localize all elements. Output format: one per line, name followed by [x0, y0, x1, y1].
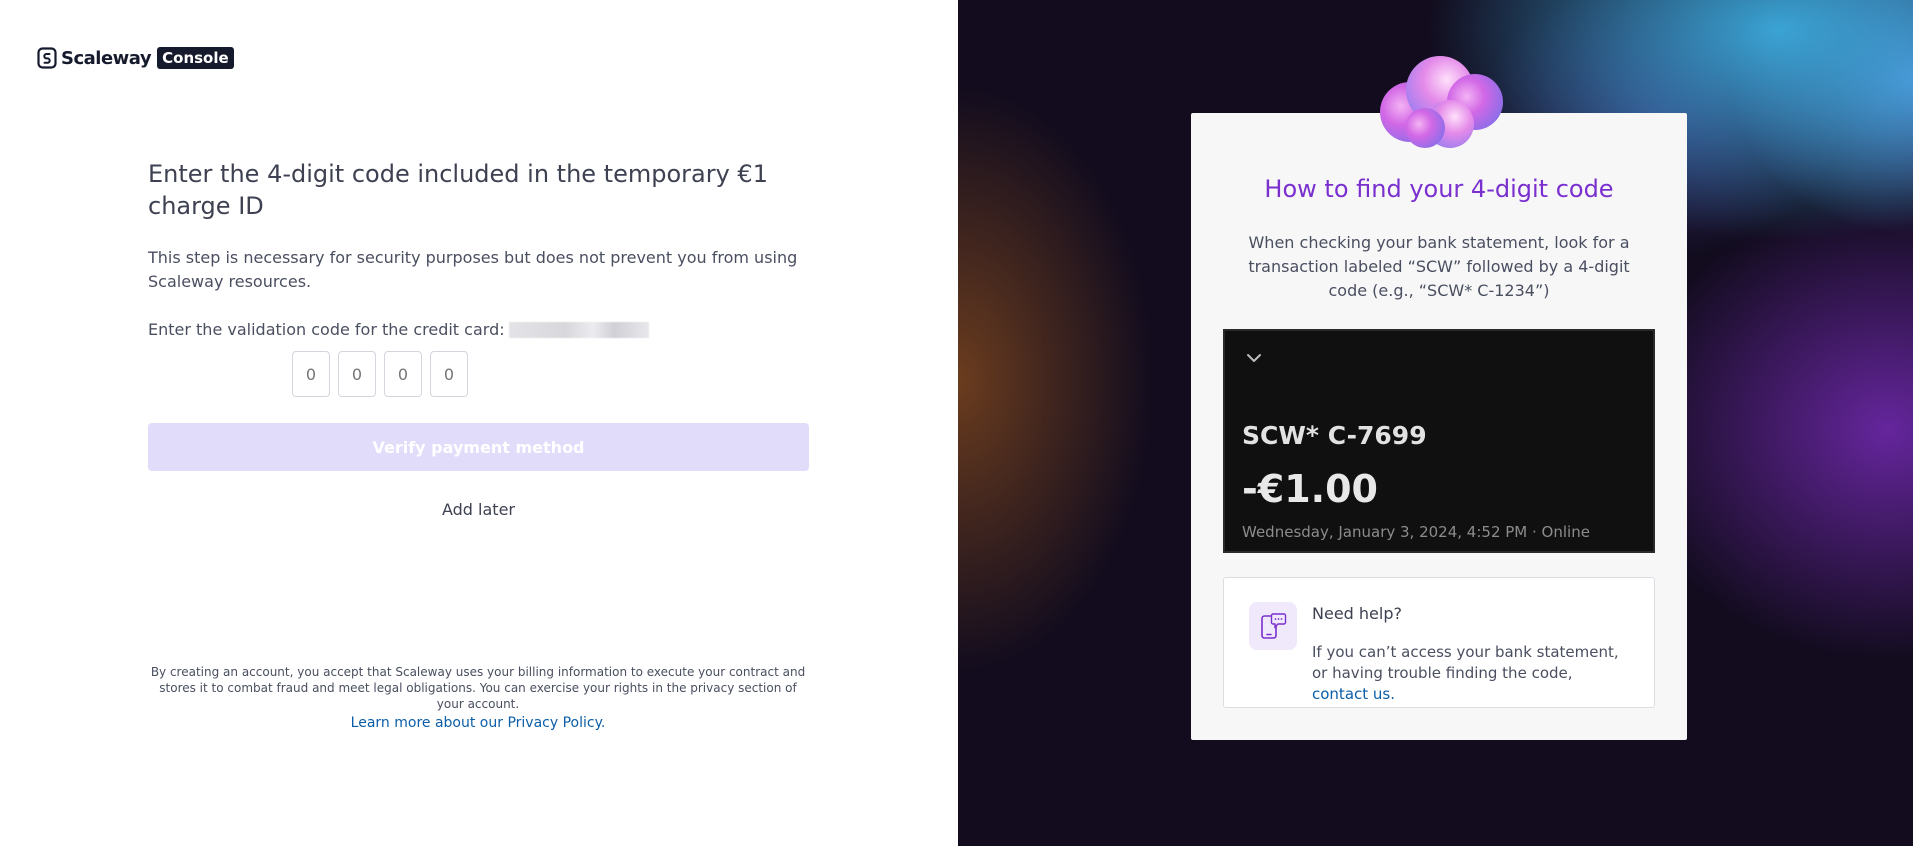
help-card-title: How to find your 4-digit code	[1264, 175, 1614, 203]
transaction-amount: -€1.00	[1242, 467, 1378, 511]
signup-panel: Scaleway Console Enter the 4-digit code …	[0, 0, 958, 846]
scaleway-logo[interactable]: Scaleway Console	[37, 46, 234, 70]
code-digit-3[interactable]	[384, 351, 422, 397]
transaction-date: Wednesday, January 3, 2024, 4:52 PM · On…	[1242, 523, 1590, 541]
chevron-down-icon	[1247, 354, 1261, 362]
masked-card-number	[508, 322, 649, 338]
code-input-group	[292, 351, 468, 397]
page-description: This step is necessary for security purp…	[148, 248, 798, 291]
cloud-illustration	[1380, 56, 1503, 148]
code-digit-4[interactable]	[430, 351, 468, 397]
phone-chat-icon	[1261, 613, 1287, 639]
scaleway-logo-icon	[37, 47, 57, 69]
card-label-row: Enter the validation code for the credit…	[148, 319, 649, 341]
legal-notice: By creating an account, you accept that …	[148, 664, 808, 733]
help-card: How to find your 4-digit code When check…	[1191, 113, 1687, 740]
verify-payment-button[interactable]: Verify payment method	[148, 423, 809, 471]
add-later-button[interactable]: Add later	[148, 500, 809, 519]
bank-statement-example: SCW* C-7699 -€1.00 Wednesday, January 3,…	[1223, 329, 1655, 553]
help-card-description: When checking your bank statement, look …	[1248, 233, 1630, 300]
code-digit-2[interactable]	[338, 351, 376, 397]
page-title: Enter the 4-digit code included in the t…	[148, 160, 768, 220]
code-digit-1[interactable]	[292, 351, 330, 397]
transaction-label: SCW* C-7699	[1242, 421, 1427, 450]
contact-us-link[interactable]: contact us.	[1312, 685, 1395, 703]
logo-wordmark: Scaleway	[61, 47, 152, 69]
legal-text: By creating an account, you accept that …	[150, 665, 806, 711]
need-help-title: Need help?	[1312, 604, 1402, 623]
need-help-text: If you can’t access your bank statement,…	[1312, 642, 1632, 705]
need-help-box: Need help? If you can’t access your bank…	[1223, 577, 1655, 708]
card-label: Enter the validation code for the credit…	[148, 320, 505, 339]
help-icon-container	[1249, 602, 1297, 650]
privacy-policy-link[interactable]: Learn more about our Privacy Policy.	[148, 713, 808, 733]
need-help-body: If you can’t access your bank statement,…	[1312, 643, 1619, 682]
console-badge: Console	[157, 47, 234, 69]
